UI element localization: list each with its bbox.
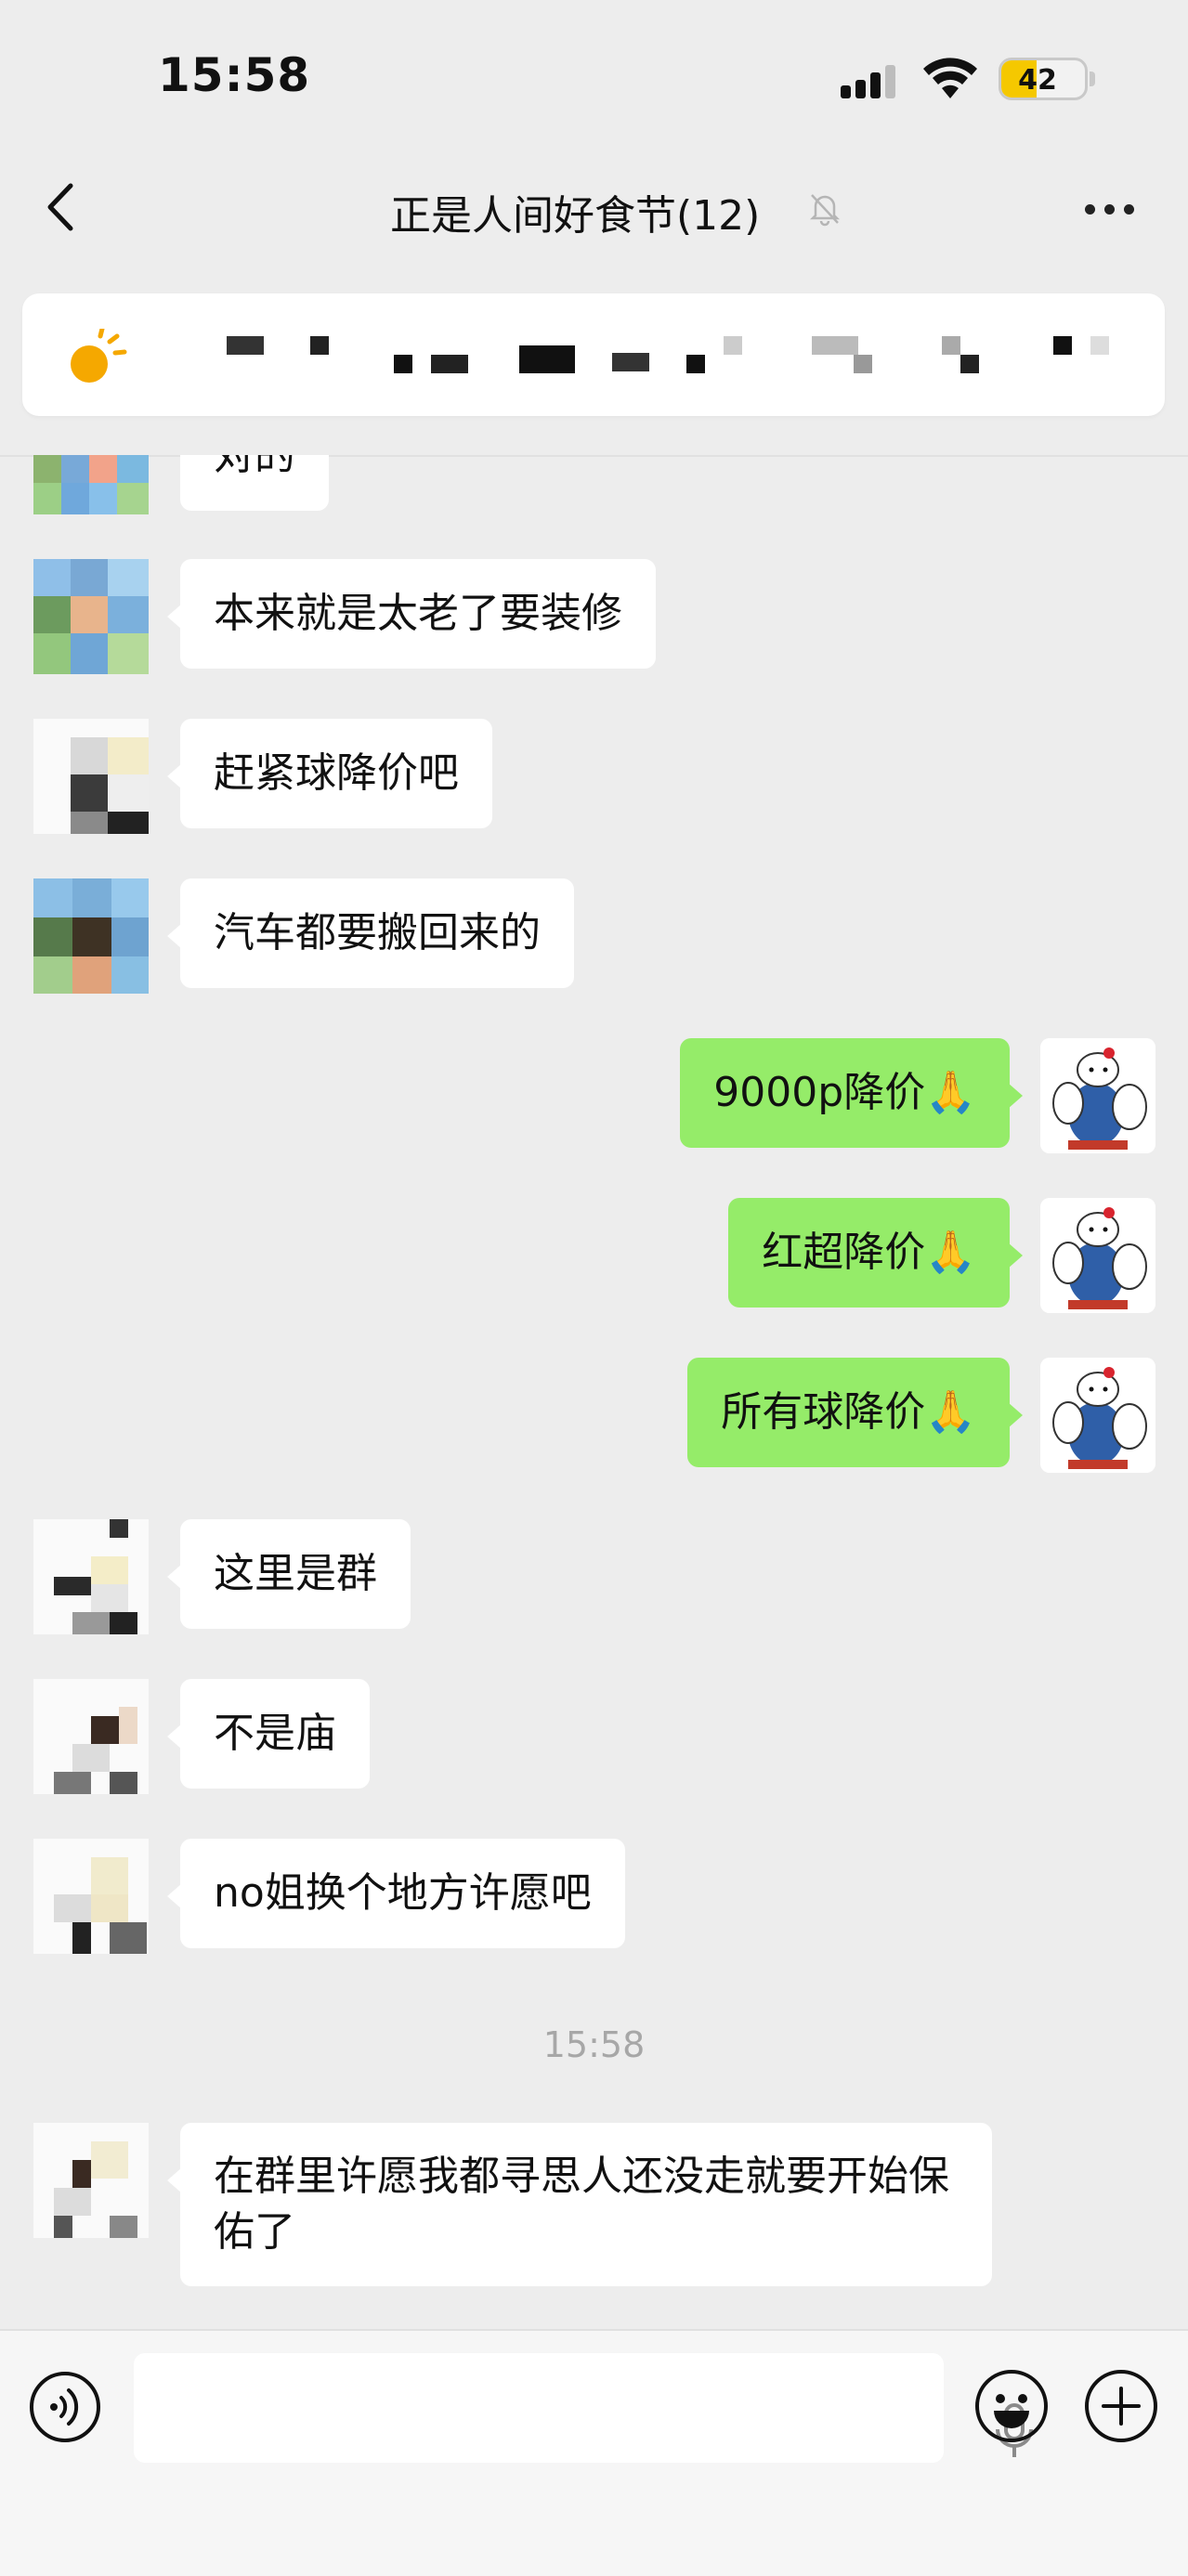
message-bubble[interactable]: 这里是群 [167, 1519, 411, 1629]
message-text: 所有球降价 [721, 1388, 926, 1436]
message-bubble[interactable]: 赶紧球降价吧 [167, 719, 492, 828]
avatar[interactable] [33, 878, 149, 994]
weather-sun-icon [71, 329, 127, 383]
status-time: 15:58 [158, 48, 311, 102]
battery-indicator: 42 [999, 58, 1088, 100]
wifi-icon [923, 58, 977, 98]
message-text: 汽车都要搬回来的 [214, 909, 541, 956]
input-bar [0, 2329, 1188, 2576]
message-bubble[interactable]: 9000p降价🙏 [680, 1038, 1023, 1148]
pray-emoji-icon: 🙏 [925, 1069, 976, 1116]
battery-cap [1090, 72, 1095, 86]
self-avatar[interactable] [1040, 1358, 1155, 1473]
emoji-icon[interactable] [973, 2368, 1050, 2444]
message-text: 红超降价 [762, 1229, 926, 1276]
chat-header: 正是人间好食节(12) [0, 158, 1188, 260]
message-bubble[interactable]: 本来就是太老了要装修 [167, 559, 656, 669]
message-text: 这里是群 [214, 1550, 377, 1597]
message-text: 9000p降价 [713, 1069, 926, 1116]
message-text: 本来就是太老了要装修 [214, 590, 622, 637]
avatar[interactable] [33, 1519, 149, 1634]
self-avatar[interactable] [1040, 1038, 1155, 1153]
avatar[interactable] [33, 2123, 149, 2238]
pray-emoji-icon: 🙏 [925, 1388, 976, 1436]
header-divider [0, 455, 1188, 457]
message-bubble[interactable]: no姐换个地方许愿吧 [167, 1839, 625, 1948]
back-arrow-icon[interactable] [37, 175, 93, 240]
group-notice-banner[interactable] [22, 293, 1165, 416]
chat-title: 正是人间好食节(12) [390, 192, 761, 240]
avatar[interactable] [33, 559, 149, 674]
self-avatar[interactable] [1040, 1198, 1155, 1313]
status-bar: 15:58 42 [0, 0, 1188, 158]
message-bubble[interactable]: 汽车都要搬回来的 [167, 878, 574, 988]
cellular-signal-icon [841, 63, 900, 98]
plus-icon[interactable] [1083, 2368, 1159, 2444]
message-bubble[interactable]: 所有球降价🙏 [687, 1358, 1023, 1467]
message-bubble[interactable]: 不是庙 [167, 1679, 370, 1789]
battery-percent: 42 [1018, 64, 1057, 97]
avatar[interactable] [33, 719, 149, 834]
hello-kitty-avatar-icon [1040, 1198, 1155, 1313]
message-text: 不是庙 [214, 1710, 336, 1757]
more-icon [1085, 204, 1095, 215]
message-bubble[interactable]: 红超降价🙏 [728, 1198, 1023, 1308]
more-options-button[interactable] [1077, 195, 1142, 223]
message-text: no姐换个地方许愿吧 [214, 1869, 592, 1917]
message-bubble[interactable]: 在群里许愿我都寻思人还没走就要开始保佑了 [167, 2123, 992, 2286]
avatar[interactable] [33, 1679, 149, 1794]
message-input[interactable] [134, 2353, 1033, 2463]
voice-icon[interactable] [28, 2370, 102, 2444]
hello-kitty-avatar-icon [1040, 1358, 1155, 1473]
message-timestamp: 15:58 [542, 2024, 646, 2065]
message-text: 赶紧球降价吧 [214, 749, 459, 797]
avatar[interactable] [33, 1839, 149, 1954]
hello-kitty-avatar-icon [1040, 1038, 1155, 1153]
message-text: 在群里许愿我都寻思人还没走就要开始保佑了 [214, 2153, 949, 2256]
mute-bell-icon [809, 194, 841, 227]
message-text: 对的 [214, 432, 295, 479]
pray-emoji-icon: 🙏 [925, 1229, 976, 1276]
message-bubble[interactable]: 对的 [180, 432, 329, 511]
avatar[interactable] [33, 455, 149, 514]
redacted-notice-text [199, 336, 1128, 373]
